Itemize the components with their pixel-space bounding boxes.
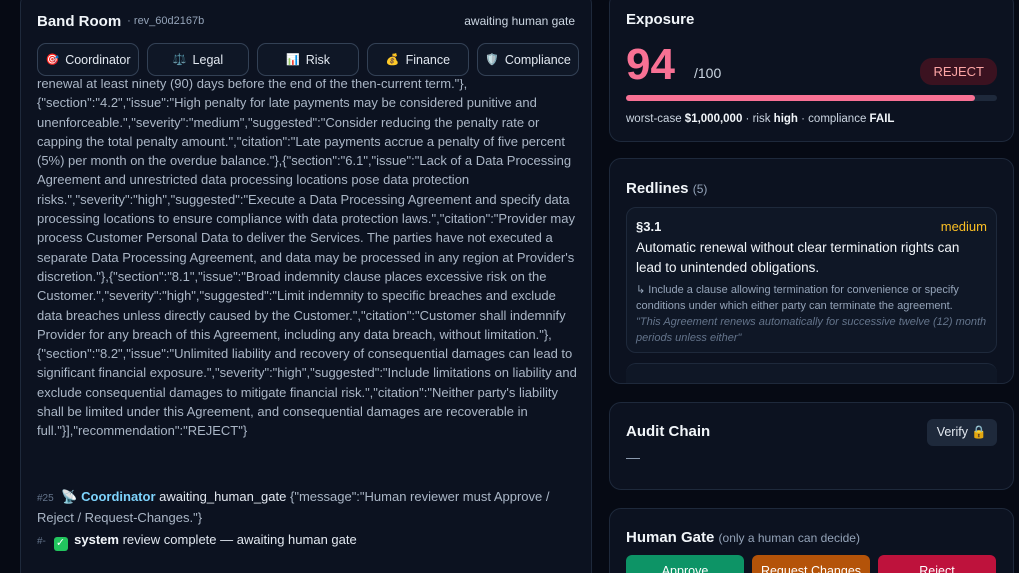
band-room-panel: Band Room · rev_60d2167b awaiting human … (20, 0, 592, 573)
log-entry-25: #25 📡 Coordinator awaiting_human_gate {"… (37, 487, 577, 527)
exposure-card: Exposure 94 /100 REJECT worst-case $1,00… (609, 0, 1014, 142)
exposure-score-max: /100 (694, 65, 722, 81)
revision-value: rev_60d2167b (133, 15, 205, 27)
agent-button-risk[interactable]: 📊 Risk (257, 43, 359, 76)
gate-buttons: Approve Request Changes Reject (626, 555, 996, 573)
exposure-title: Exposure (626, 11, 695, 28)
agent-button-finance[interactable]: 💰 Finance (367, 43, 469, 76)
summary-label: · compliance (797, 113, 870, 125)
entry-agent: Coordinator (81, 489, 156, 504)
satellite-icon: 📡 (61, 489, 78, 504)
entry-text: review complete — awaiting human gate (122, 532, 357, 547)
redline-suggestion: ↳ Include a clause allowing termination … (636, 284, 959, 312)
redline-section: §3.1 (636, 219, 662, 234)
recommendation-badge: REJECT (920, 58, 997, 85)
summary-label: worst-case (626, 113, 685, 125)
gate-title-text: Human Gate (626, 529, 715, 546)
redlines-title: Redlines (5) (626, 180, 707, 197)
band-room-status: awaiting human gate (464, 14, 575, 28)
agent-label: Legal (192, 52, 224, 67)
gate-note: (only a human can decide) (718, 531, 860, 545)
approve-button[interactable]: Approve (626, 555, 744, 573)
exposure-bar (626, 95, 997, 101)
money-bag-icon: 💰 (385, 54, 400, 66)
reject-button[interactable]: Reject (878, 555, 996, 573)
entry-agent: system (74, 532, 119, 547)
gate-title: Human Gate (only a human can decide) (626, 529, 860, 546)
verify-button[interactable]: Verify 🔒 (926, 419, 997, 446)
agent-button-coordinator[interactable]: 🎯 Coordinator (37, 43, 139, 76)
check-icon: ✓ (53, 536, 68, 551)
exposure-bar-fill (626, 95, 975, 101)
redlines-count: (5) (692, 182, 708, 196)
redlines-title-text: Redlines (626, 180, 689, 197)
redline-issue: Automatic renewal without clear terminat… (636, 240, 960, 275)
redline-item[interactable]: §3.1 medium Automatic renewal without cl… (626, 207, 997, 353)
agent-label: Coordinator (65, 52, 131, 67)
worst-case-value: $1,000,000 (684, 113, 743, 125)
agent-button-legal[interactable]: ⚖️ Legal (147, 43, 249, 76)
human-gate-card: Human Gate (only a human can decide) App… (609, 508, 1014, 573)
exposure-score: 94 (626, 40, 675, 89)
entry-event: awaiting_human_gate (159, 489, 287, 504)
audit-value: — (626, 449, 640, 465)
agent-label: Risk (305, 52, 330, 67)
audit-title: Audit Chain (626, 423, 711, 440)
chart-icon: 📊 (285, 54, 300, 66)
agent-filter-row: 🎯 Coordinator ⚖️ Legal 📊 Risk 💰 Finance … (37, 43, 579, 76)
redlines-card: Redlines (5) §3.1 medium Automatic renew… (609, 158, 1014, 384)
log-payload-text: renewal at least ninety (90) days before… (37, 79, 577, 439)
agent-label: Finance (405, 52, 451, 67)
entry-number: #25 (37, 493, 54, 504)
message-log[interactable]: renewal at least ninety (90) days before… (37, 79, 577, 479)
request-changes-button[interactable]: Request Changes (752, 555, 870, 573)
redline-item-next[interactable] (626, 363, 997, 383)
agent-label: Compliance (504, 52, 571, 67)
exposure-summary: worst-case $1,000,000 · risk high · comp… (626, 113, 894, 125)
audit-chain-card: Audit Chain Verify 🔒 — (609, 402, 1014, 490)
revision-id: · rev_60d2167b (127, 15, 205, 27)
redline-citation: "This Agreement renews automatically for… (636, 316, 987, 344)
band-room-title: Band Room (37, 12, 122, 30)
shield-icon: 🛡️ (485, 54, 499, 66)
risk-value: high (773, 113, 798, 125)
scales-icon: ⚖️ (172, 54, 187, 66)
band-room-header: Band Room · rev_60d2167b awaiting human … (37, 9, 575, 33)
entry-number: #- (37, 536, 46, 547)
target-icon: 🎯 (45, 54, 60, 66)
compliance-value: FAIL (869, 113, 895, 125)
redline-severity: medium (940, 219, 987, 234)
agent-button-compliance[interactable]: 🛡️ Compliance (477, 43, 579, 76)
log-entry-system: #- ✓ system review complete — awaiting h… (37, 530, 577, 551)
summary-label: · risk (742, 113, 774, 125)
